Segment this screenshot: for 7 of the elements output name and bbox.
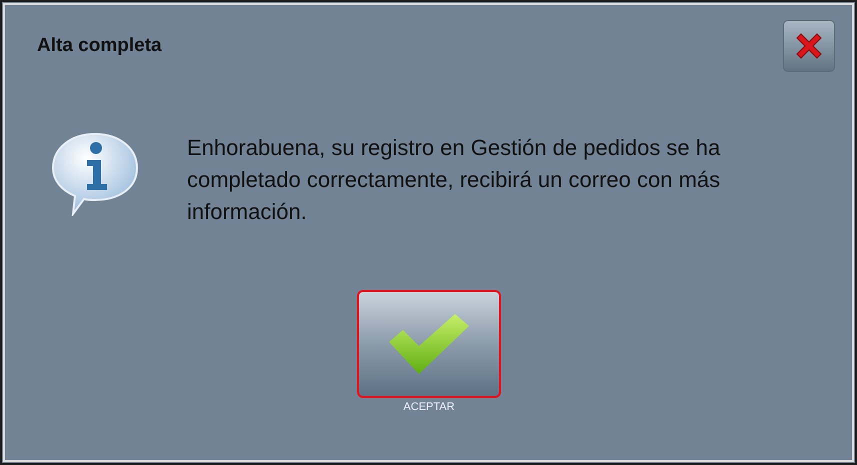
checkmark-icon	[387, 312, 471, 376]
accept-label: ACEPTAR	[403, 401, 455, 413]
close-button[interactable]	[783, 20, 835, 72]
dialog-title: Alta completa	[37, 35, 162, 57]
message-text: Enhorabuena, su registro en Gestión de pedidos se ha completado correctamente, recibirá un correo con más información.	[187, 134, 722, 226]
accept-button[interactable]	[357, 290, 501, 398]
info-icon	[51, 132, 139, 216]
